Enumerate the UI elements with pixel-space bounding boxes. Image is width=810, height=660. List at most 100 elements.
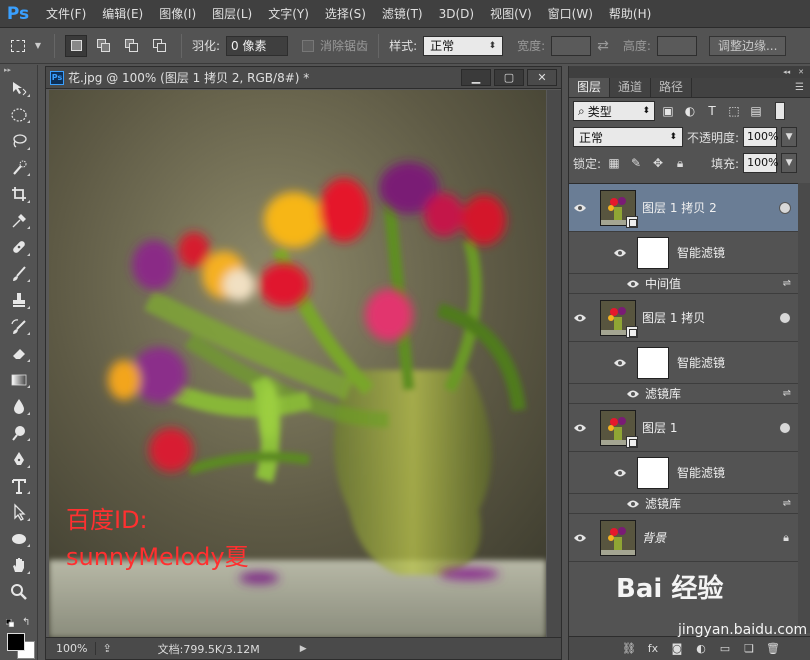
intersect-selection-button[interactable]: [149, 35, 171, 57]
tab-channels[interactable]: 通道: [610, 78, 652, 97]
lock-all-icon[interactable]: 🔒︎: [671, 154, 689, 172]
history-brush-tool[interactable]: [0, 314, 37, 341]
smart-object-filter-icon[interactable]: ▤: [747, 102, 765, 120]
eye-icon[interactable]: [625, 389, 641, 399]
close-button[interactable]: ✕: [527, 69, 557, 86]
panel-scrollbar[interactable]: [798, 183, 810, 633]
antialias-checkbox[interactable]: [302, 39, 315, 52]
default-colors-icon[interactable]: [6, 619, 14, 627]
eye-icon[interactable]: [625, 279, 641, 289]
chevron-down-icon[interactable]: ▼: [781, 127, 798, 147]
menu-image[interactable]: 图像(I): [151, 0, 204, 28]
add-selection-button[interactable]: [93, 35, 115, 57]
move-tool[interactable]: [0, 75, 37, 102]
smart-filter-indicator-icon[interactable]: [779, 201, 791, 214]
smart-filter-indicator-icon[interactable]: [779, 311, 791, 324]
layer-row[interactable]: 图层 1: [569, 404, 799, 452]
toolbox-collapse-icon[interactable]: ▸▸: [0, 65, 37, 75]
crop-tool[interactable]: [0, 181, 37, 208]
lock-paint-icon[interactable]: ✎: [627, 154, 645, 172]
pen-tool[interactable]: [0, 446, 37, 473]
vertical-scrollbar[interactable]: [547, 90, 561, 638]
type-filter-icon[interactable]: T: [703, 102, 721, 120]
status-menu-icon[interactable]: ▶: [300, 644, 307, 654]
ellipse-tool[interactable]: [0, 526, 37, 553]
blend-mode-select[interactable]: 正常 ⬍: [573, 127, 683, 147]
filter-kind-select[interactable]: ⌕ 类型 ⬍: [573, 101, 655, 121]
eye-icon[interactable]: [569, 313, 591, 323]
filter-options-icon[interactable]: ⇌: [783, 388, 791, 399]
panel-close-icon[interactable]: ✕: [798, 68, 804, 76]
type-tool[interactable]: [0, 473, 37, 500]
eye-icon[interactable]: [569, 203, 591, 213]
chevron-down-icon[interactable]: ▼: [781, 153, 798, 173]
opacity-input[interactable]: 100%: [743, 127, 779, 147]
pixel-filter-icon[interactable]: ▣: [659, 102, 677, 120]
canvas[interactable]: 百度ID: sunnyMelody夏: [46, 90, 561, 638]
layer-row-background[interactable]: 背景 🔒︎: [569, 514, 799, 562]
layer-row[interactable]: 图层 1 拷贝: [569, 294, 799, 342]
menu-layer[interactable]: 图层(L): [204, 0, 260, 28]
path-selection-tool[interactable]: [0, 499, 37, 526]
tab-layers[interactable]: 图层: [569, 78, 611, 97]
quick-selection-tool[interactable]: [0, 155, 37, 182]
menu-help[interactable]: 帮助(H): [601, 0, 659, 28]
width-input[interactable]: [551, 35, 592, 56]
smart-filters-row[interactable]: 智能滤镜: [569, 342, 799, 384]
menu-edit[interactable]: 编辑(E): [94, 0, 151, 28]
document-tab[interactable]: Ps 花.jpg @ 100% (图层 1 拷贝 2, RGB/8#) * ▁ …: [46, 67, 561, 89]
eye-icon[interactable]: [613, 468, 627, 478]
smart-filter-indicator-icon[interactable]: [779, 421, 791, 434]
swap-icon[interactable]: ⇄: [597, 38, 609, 54]
minimize-button[interactable]: ▁: [461, 69, 491, 86]
dodge-tool[interactable]: [0, 420, 37, 447]
zoom-level[interactable]: 100%: [46, 642, 97, 655]
eye-icon[interactable]: [569, 423, 591, 433]
maximize-button[interactable]: ▢: [494, 69, 524, 86]
adjustment-filter-icon[interactable]: ◐: [681, 102, 699, 120]
lock-transparent-icon[interactable]: ▦: [605, 154, 623, 172]
subtract-selection-button[interactable]: [121, 35, 143, 57]
eye-icon[interactable]: [625, 499, 641, 509]
eyedropper-tool[interactable]: [0, 208, 37, 235]
filter-options-icon[interactable]: ⇌: [783, 278, 791, 289]
zoom-tool[interactable]: [0, 579, 37, 606]
smart-filters-row[interactable]: 智能滤镜: [569, 452, 799, 494]
shape-filter-icon[interactable]: ⬚: [725, 102, 743, 120]
refine-edge-button[interactable]: 调整边缘...: [708, 35, 787, 56]
healing-brush-tool[interactable]: [0, 234, 37, 261]
brush-tool[interactable]: [0, 261, 37, 288]
filter-row-item[interactable]: 中间值 ⇌: [569, 274, 799, 294]
collapse-icon[interactable]: ◂◂: [783, 68, 790, 76]
eye-icon[interactable]: [569, 533, 591, 543]
menu-view[interactable]: 视图(V): [482, 0, 540, 28]
menu-type[interactable]: 文字(Y): [260, 0, 317, 28]
menu-window[interactable]: 窗口(W): [540, 0, 601, 28]
eye-icon[interactable]: [613, 248, 627, 258]
height-input[interactable]: [656, 35, 697, 56]
smart-filters-row[interactable]: 智能滤镜: [569, 232, 799, 274]
tab-paths[interactable]: 路径: [651, 78, 693, 97]
filter-options-icon[interactable]: ⇌: [783, 498, 791, 509]
filter-row-item[interactable]: 滤镜库 ⇌: [569, 494, 799, 514]
eye-icon[interactable]: [613, 358, 627, 368]
tool-preset-picker[interactable]: ▼: [8, 34, 44, 58]
style-select[interactable]: 正常 ⬍: [423, 35, 504, 56]
menu-file[interactable]: 文件(F): [38, 0, 94, 28]
elliptical-marquee-tool[interactable]: [0, 102, 37, 129]
new-selection-button[interactable]: [65, 34, 87, 57]
share-icon[interactable]: ⇪: [96, 642, 117, 655]
foreground-color[interactable]: [7, 633, 25, 651]
lasso-tool[interactable]: [0, 128, 37, 155]
clone-stamp-tool[interactable]: [0, 287, 37, 314]
fill-input[interactable]: 100%: [743, 153, 779, 173]
gradient-tool[interactable]: [0, 367, 37, 394]
menu-select[interactable]: 选择(S): [317, 0, 374, 28]
swap-colors-icon[interactable]: ↰: [22, 617, 30, 628]
blur-tool[interactable]: [0, 393, 37, 420]
menu-3d[interactable]: 3D(D): [431, 0, 482, 28]
filter-toggle[interactable]: [775, 102, 785, 120]
panel-menu-icon[interactable]: ☰: [795, 78, 810, 97]
menu-filter[interactable]: 滤镜(T): [374, 0, 431, 28]
filter-row-item[interactable]: 滤镜库 ⇌: [569, 384, 799, 404]
